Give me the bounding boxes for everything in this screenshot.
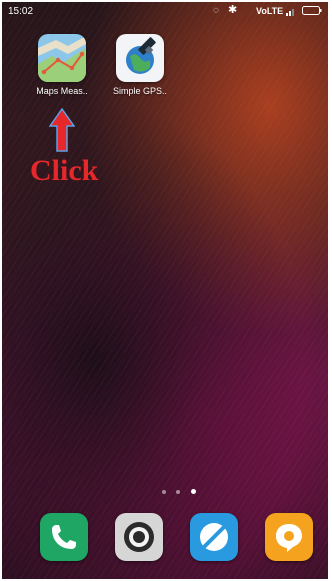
app-label-maps-measure: Maps Meas.. <box>36 86 88 96</box>
signal-icon <box>286 9 294 16</box>
page-indicator <box>162 483 202 501</box>
page-dot-current[interactable] <box>190 489 196 495</box>
page-dot[interactable] <box>176 489 181 494</box>
dock-phone[interactable] <box>40 513 88 561</box>
page-dot[interactable] <box>162 489 166 494</box>
app-simple-gps[interactable]: Simple GPS.. <box>108 34 172 96</box>
browser-icon <box>200 523 228 551</box>
alarm-icon: ◌ <box>213 5 219 16</box>
app-maps-measure[interactable]: Maps Meas.. <box>30 34 94 96</box>
home-screen: 15:02 ◌ ✱ VoLTE Maps Meas.. Simple GPS..… <box>2 2 328 579</box>
phone-icon <box>52 525 76 549</box>
dock-messages[interactable] <box>265 513 313 561</box>
click-annotation: Click <box>30 154 99 187</box>
bluetooth-icon: ✱ <box>228 4 238 16</box>
status-time: 15:02 <box>8 6 34 17</box>
dock-browser[interactable] <box>190 513 238 561</box>
status-bar: 15:02 ◌ ✱ VoLTE <box>2 2 328 22</box>
network-label: VoLTE <box>256 6 284 16</box>
app-label-simple-gps: Simple GPS.. <box>112 86 168 96</box>
dock-camera[interactable] <box>115 513 163 561</box>
arrow-up-icon <box>49 108 75 152</box>
battery-icon <box>302 6 322 15</box>
messages-icon <box>276 524 302 552</box>
satellite-icon <box>116 34 164 82</box>
camera-icon <box>124 522 154 552</box>
map-measure-icon <box>38 34 86 82</box>
